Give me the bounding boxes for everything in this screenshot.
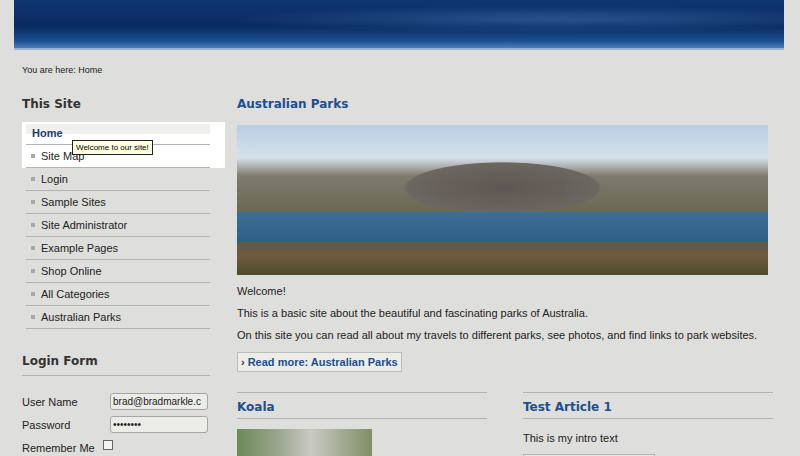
tooltip: Welcome to our site!: [72, 140, 153, 155]
paragraph: On this site you can read all about my t…: [237, 324, 768, 346]
page: You are here: Home This Site HomeSite MapL…: [0, 0, 800, 456]
sidebar-item[interactable]: Sample Sites: [26, 191, 210, 214]
bullet-icon: [31, 315, 35, 319]
sidebar-menu: HomeSite MapLoginSample SitesSite Admini…: [22, 122, 210, 329]
bullet-icon: [31, 154, 35, 158]
intro-text: This is my intro text: [523, 431, 773, 445]
main-content: Australian Parks Welcome!This is a basic …: [237, 96, 768, 456]
bullet-icon: [31, 246, 35, 250]
bullet-icon: [31, 292, 35, 296]
paragraph: Welcome!: [237, 280, 768, 302]
paragraph: This is a basic site about the beautiful…: [237, 302, 768, 324]
breadcrumb: You are here: Home: [0, 50, 800, 76]
article-card: Koala: [237, 392, 487, 456]
koala-photo: [237, 429, 372, 456]
bullet-icon: [31, 223, 35, 227]
field-label: User Name: [22, 396, 110, 408]
bullet-icon: [31, 269, 35, 273]
bullet-icon: [31, 177, 35, 181]
field-label: Password: [22, 419, 110, 431]
content-box: [523, 454, 655, 456]
sidebar-item[interactable]: All Categories: [26, 283, 210, 306]
text-field[interactable]: brad@bradmarkle.c: [110, 393, 208, 410]
remember-row: Remember Me: [22, 436, 210, 456]
form-row: Password••••••••: [22, 413, 210, 436]
sidebar-item[interactable]: Example Pages: [26, 237, 210, 260]
field-label: Remember Me: [22, 442, 95, 454]
read-more-button[interactable]: ›Read more: Australian Parks: [237, 352, 402, 372]
article-title[interactable]: Koala: [237, 399, 487, 419]
article-card: Test Article 1 This is my intro text: [523, 392, 773, 456]
article-title[interactable]: Test Article 1: [523, 399, 773, 419]
bullet-icon: [31, 200, 35, 204]
remember-checkbox[interactable]: [103, 440, 113, 450]
sidebar-item[interactable]: Shop Online: [26, 260, 210, 283]
sidebar: This Site HomeSite MapLoginSample SitesSi…: [22, 96, 210, 456]
sidebar-item[interactable]: Australian Parks: [26, 306, 210, 329]
sidebar-title: This Site: [22, 96, 210, 112]
landscape-photo: [237, 125, 768, 275]
sidebar-item[interactable]: Login: [26, 168, 210, 191]
header-banner: [14, 0, 784, 50]
login-form: User Namebrad@bradmarkle.cPassword••••••…: [22, 390, 210, 456]
text-field[interactable]: ••••••••: [110, 416, 208, 433]
arrow-icon: ›: [241, 356, 245, 368]
sidebar-item[interactable]: Site Administrator: [26, 214, 210, 237]
login-form-title: Login Form: [22, 353, 210, 376]
article-title[interactable]: Australian Parks: [237, 96, 768, 112]
form-row: User Namebrad@bradmarkle.c: [22, 390, 210, 413]
